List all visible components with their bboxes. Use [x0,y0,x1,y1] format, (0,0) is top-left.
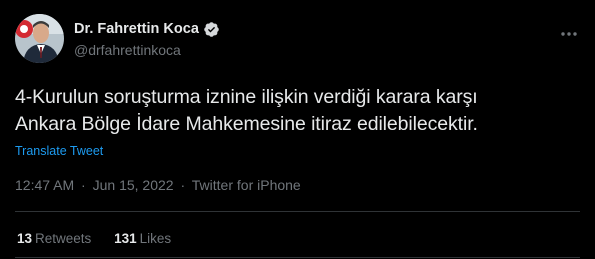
meta-separator: · [81,177,86,193]
retweets-stat[interactable]: 13 Retweets [17,231,91,246]
likes-count: 131 [114,231,137,246]
engagement-stats: 13 Retweets 131 Likes [17,231,190,246]
tweet-header: Dr. Fahrettin Koca @drfahrettinkoca [15,14,580,64]
more-options-icon[interactable] [558,24,580,44]
display-name[interactable]: Dr. Fahrettin Koca [74,21,199,37]
author-info: Dr. Fahrettin Koca @drfahrettinkoca [74,20,220,58]
avatar[interactable] [15,14,64,63]
likes-label: Likes [139,231,172,246]
tweet-time[interactable]: 12:47 AM [15,177,74,193]
tweet-card: Dr. Fahrettin Koca @drfahrettinkoca 4-Ku… [0,0,595,259]
tweet-date[interactable]: Jun 15, 2022 [93,177,174,193]
author-handle[interactable]: @drfahrettinkoca [74,42,220,58]
likes-stat[interactable]: 131 Likes [114,231,171,246]
meta-separator: · [180,177,186,193]
tweet-source[interactable]: Twitter for iPhone [192,177,301,193]
divider [15,257,580,258]
tweet-metadata: 12:47 AM · Jun 15, 2022 · Twitter for iP… [15,177,301,193]
divider [15,211,580,212]
profile-photo [15,14,64,63]
display-name-row: Dr. Fahrettin Koca [74,20,220,38]
retweets-count: 13 [17,231,33,246]
translate-tweet-link[interactable]: Translate Tweet [15,144,103,158]
tweet-text: 4-Kurulun soruşturma iznine ilişkin verd… [15,86,478,135]
verified-badge-icon [203,21,220,38]
retweets-label: Retweets [35,231,92,246]
